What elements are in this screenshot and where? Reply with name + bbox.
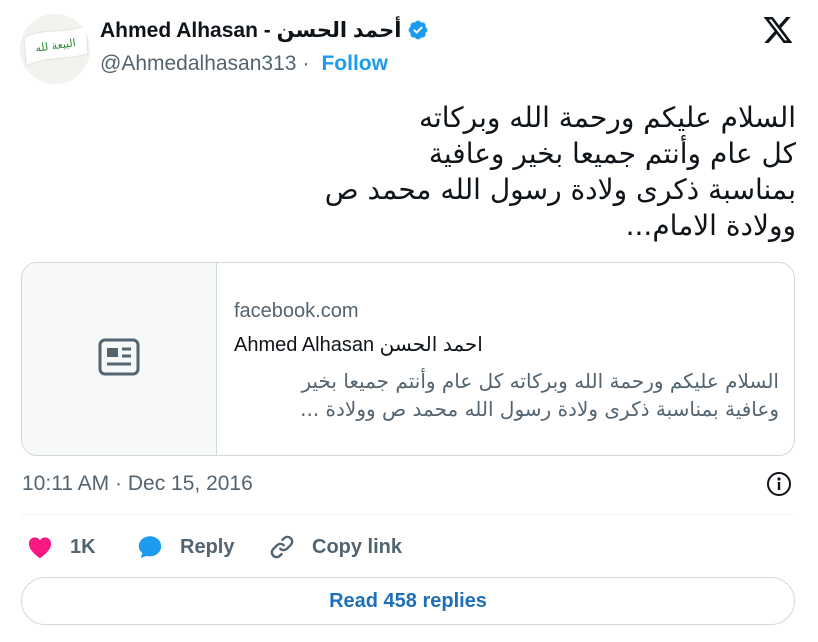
reply-button[interactable]: Reply — [136, 532, 234, 562]
card-title: Ahmed Alhasan احمد الحسن — [234, 334, 483, 356]
article-icon — [98, 338, 140, 381]
tweet-date: Dec 15, 2016 — [127, 472, 253, 495]
divider — [21, 514, 795, 515]
avatar-flag-image: البيعة لله — [20, 14, 90, 84]
reply-bubble-icon — [136, 533, 164, 561]
separator-dot: · — [115, 472, 123, 495]
card-domain: facebook.com — [234, 300, 359, 322]
follow-button[interactable]: Follow — [321, 52, 388, 76]
card-description: السلام عليكم ورحمة الله وبركاته كل عام و… — [234, 367, 779, 423]
x-logo-icon[interactable] — [762, 14, 794, 46]
card-body: facebook.com Ahmed Alhasan احمد الحسن ال… — [234, 297, 779, 423]
tweet-time: 10:11 AM — [22, 472, 110, 495]
card-description-line: السلام عليكم ورحمة الله وبركاته كل عام و… — [301, 369, 779, 393]
copy-link-label: Copy link — [312, 535, 403, 558]
tweet-text: السلام عليكم ورحمة الله وبركاته كل عام و… — [276, 100, 796, 244]
heart-icon — [26, 533, 54, 561]
author-handle-row: @Ahmedalhasan313 · Follow — [100, 50, 388, 78]
tweet-line: وولادة الامام... — [625, 209, 796, 242]
card-description-line: وعافية بمناسبة ذكرى ولادة رسول الله محمد… — [300, 397, 779, 421]
like-button[interactable]: 1K — [26, 532, 96, 562]
tweet-line: السلام عليكم ورحمة الله وبركاته — [418, 101, 796, 134]
separator-dot: · — [302, 52, 310, 75]
verified-badge-icon — [407, 19, 429, 41]
link-icon — [268, 533, 296, 561]
copy-link-button[interactable]: Copy link — [268, 532, 402, 562]
tweet-line: كل عام وأنتم جميعا بخير وعافية — [428, 137, 796, 170]
read-replies-button[interactable]: Read 458 replies — [21, 577, 795, 625]
read-replies-label: Read 458 replies — [329, 589, 487, 612]
author-name-row: Ahmed Alhasan - أحمد الحسن — [100, 14, 429, 46]
info-icon[interactable] — [766, 471, 792, 497]
author-handle[interactable]: @Ahmedalhasan313 — [100, 52, 296, 76]
avatar[interactable]: البيعة لله — [20, 14, 90, 84]
card-thumbnail — [22, 263, 217, 455]
reply-label: Reply — [180, 535, 235, 558]
tweet-line: بمناسبة ذكرى ولادة رسول الله محمد ص — [324, 173, 796, 206]
link-preview-card[interactable]: facebook.com Ahmed Alhasan احمد الحسن ال… — [21, 262, 795, 456]
author-name[interactable]: Ahmed Alhasan - أحمد الحسن — [100, 18, 401, 43]
like-count: 1K — [70, 535, 96, 558]
timestamp[interactable]: 10:11 AM · Dec 15, 2016 — [22, 472, 253, 496]
